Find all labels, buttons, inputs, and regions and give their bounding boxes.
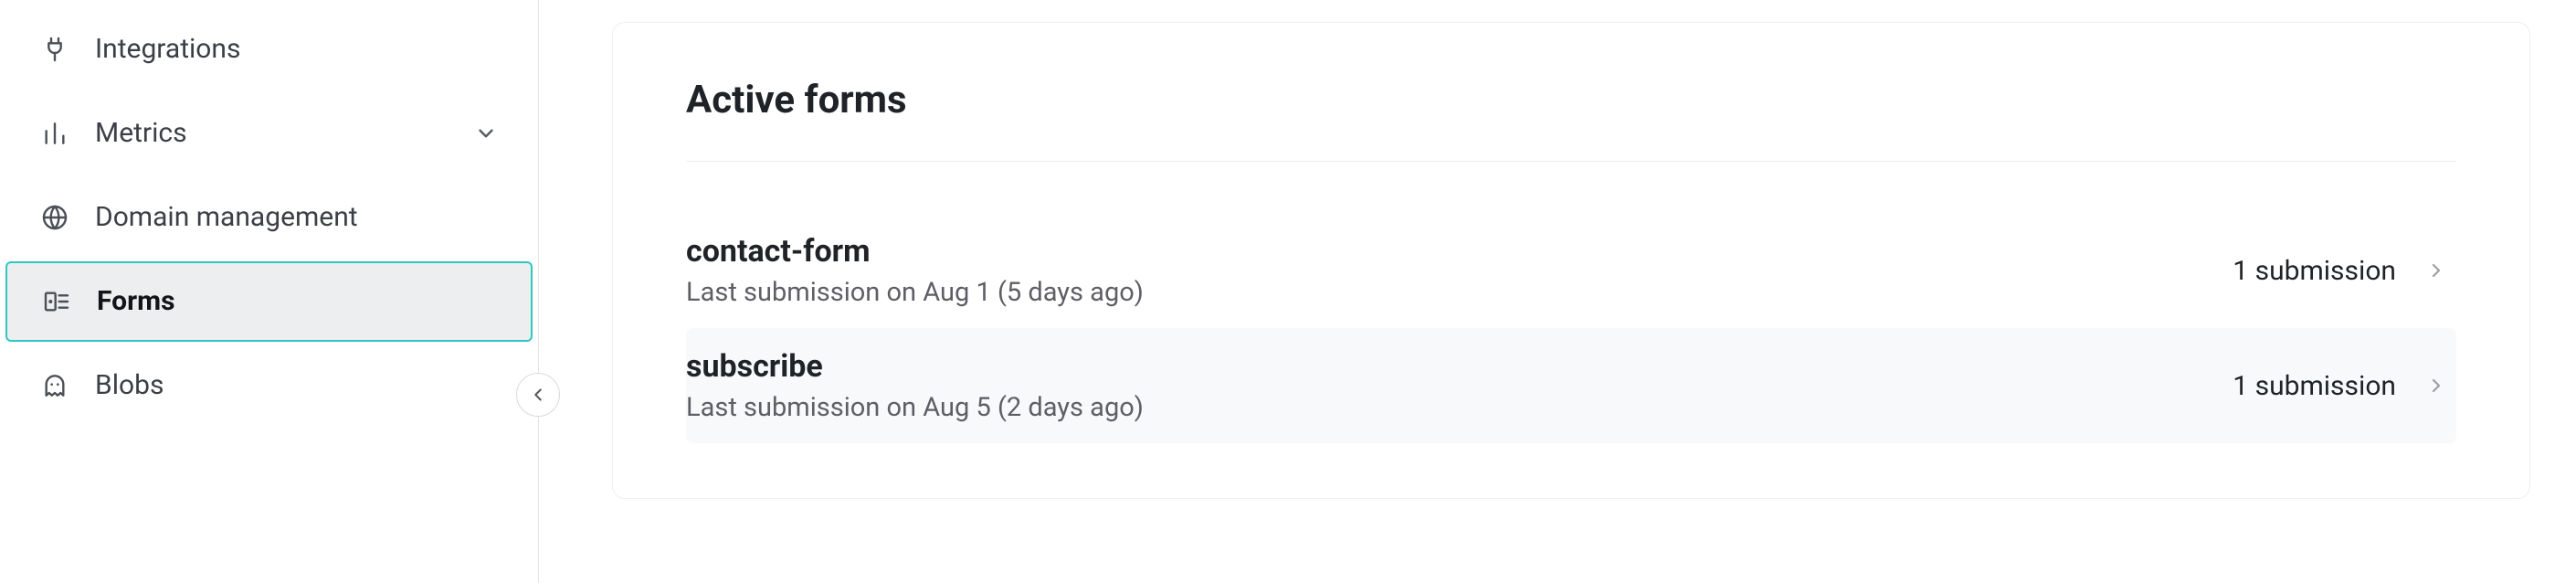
card-title: Active forms [686,78,2456,162]
chevron-down-icon [474,122,498,145]
chevron-right-icon [2425,260,2447,281]
chevron-left-icon [528,385,548,405]
sidebar-item-domain[interactable]: Domain management [5,177,533,258]
form-name: subscribe [686,348,2233,385]
sidebar-item-label: Forms [97,288,496,315]
sidebar-item-integrations[interactable]: Integrations [5,9,533,90]
form-name: contact-form [686,233,2233,270]
form-submission-count: 1 submission [2233,370,2396,402]
form-meta: Last submission on Aug 5 (2 days ago) [686,392,2233,423]
sidebar-item-forms[interactable]: Forms [5,261,533,342]
barchart-icon [35,113,75,154]
active-forms-card: Active forms contact-form Last submissio… [612,22,2530,499]
sidebar-item-label: Blobs [95,372,498,399]
sidebar-item-metrics[interactable]: Metrics [5,93,533,174]
form-icon [37,281,77,322]
form-info: contact-form Last submission on Aug 1 (5… [686,233,2233,308]
form-submission-count: 1 submission [2233,255,2396,287]
sidebar-collapse-button[interactable] [516,373,560,417]
form-row[interactable]: contact-form Last submission on Aug 1 (5… [686,213,2456,328]
form-list: contact-form Last submission on Aug 1 (5… [686,213,2456,443]
sidebar: Integrations Metrics [0,0,539,583]
form-row[interactable]: subscribe Last submission on Aug 5 (2 da… [686,328,2456,443]
ghost-icon [35,366,75,406]
main-content: Active forms contact-form Last submissio… [539,0,2576,583]
sidebar-item-label: Metrics [95,120,474,147]
chevron-right-icon [2425,375,2447,397]
sidebar-item-label: Domain management [95,204,498,231]
plug-icon [35,29,75,69]
form-meta: Last submission on Aug 1 (5 days ago) [686,277,2233,308]
globe-icon [35,197,75,238]
sidebar-item-label: Integrations [95,36,498,63]
sidebar-item-blobs[interactable]: Blobs [5,345,533,426]
form-info: subscribe Last submission on Aug 5 (2 da… [686,348,2233,423]
